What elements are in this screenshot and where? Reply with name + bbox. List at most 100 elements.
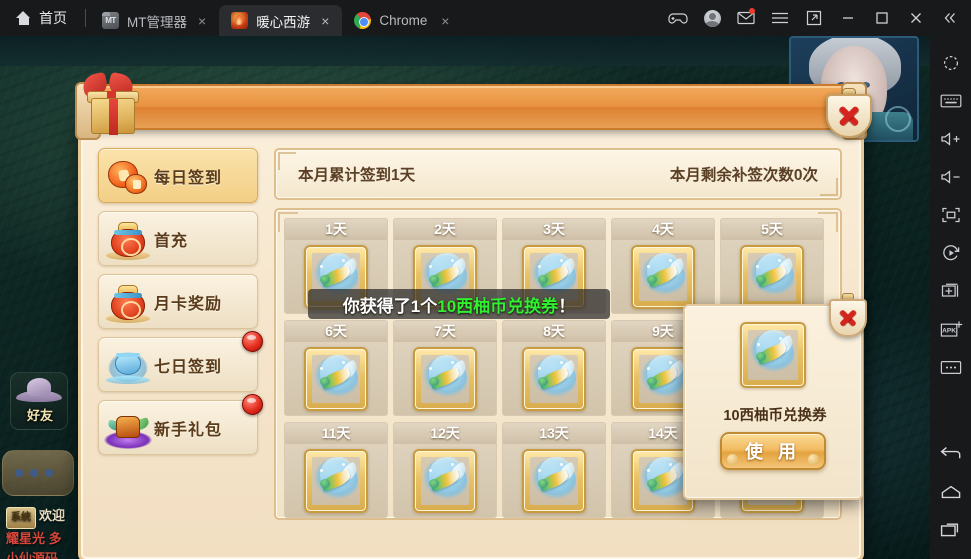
sidebar-item-first-recharge[interactable]: 首充: [98, 211, 258, 266]
tab-close-icon[interactable]: ×: [438, 12, 452, 30]
day-cell[interactable]: 7天: [393, 320, 497, 416]
rotate-icon[interactable]: [930, 234, 971, 272]
use-button-label: 使 用: [744, 442, 801, 462]
day-label: 7天: [393, 320, 497, 342]
tab-mt-manager[interactable]: MT管理器 ×: [90, 5, 219, 36]
resize-icon[interactable]: [797, 0, 831, 36]
chat-line-text: 欢迎: [39, 508, 66, 523]
volume-down-icon[interactable]: [930, 158, 971, 196]
day-cell[interactable]: 8天: [502, 320, 606, 416]
reward-item-frame: [522, 448, 586, 513]
close-icon[interactable]: [899, 0, 933, 36]
day-reward-slot[interactable]: [284, 444, 388, 518]
game-icon: [231, 12, 249, 29]
apk-install-icon[interactable]: APK: [930, 310, 971, 348]
mail-icon[interactable]: [729, 0, 763, 36]
tab-game[interactable]: 暖心西游 ×: [219, 5, 343, 36]
sidebar-item-monthly-card[interactable]: 月卡奖励: [98, 274, 258, 329]
home-icon[interactable]: [930, 473, 971, 511]
avatar-icon[interactable]: [695, 0, 729, 36]
koi-fish-reward-icon: [639, 354, 687, 403]
day-label: 8天: [502, 320, 606, 342]
daily-signin-icon: [102, 153, 154, 199]
reward-toast: 你获得了1个10西柚币兑换券！: [308, 289, 610, 319]
screenshot-icon[interactable]: [930, 272, 971, 310]
sidebar-item-seven-day-signin[interactable]: 七日签到: [98, 331, 263, 392]
tab-close-icon[interactable]: ×: [318, 12, 332, 30]
svg-text:APK: APK: [942, 327, 956, 334]
status-badge: [242, 394, 263, 415]
sidebar-item-label: 新手礼包: [154, 421, 223, 439]
koi-fish-reward-icon: [530, 456, 578, 505]
fullscreen-icon[interactable]: [930, 196, 971, 234]
minimize-icon[interactable]: [831, 0, 865, 36]
day-reward-slot[interactable]: [393, 342, 497, 416]
day-reward-slot[interactable]: [720, 240, 824, 314]
day-cell[interactable]: 13天: [502, 422, 606, 518]
close-panel-button[interactable]: [826, 88, 872, 138]
emulator-toolbar: APK: [930, 36, 971, 559]
window-controls: [661, 0, 971, 36]
friends-button[interactable]: 好友: [10, 372, 68, 430]
game-screen[interactable]: 好友 系统欢迎 耀星光 多 小仙源码 奖 励: [0, 36, 930, 559]
close-x-icon: [837, 307, 859, 329]
friends-button-label: 好友: [26, 408, 53, 423]
reward-item-frame: [304, 448, 368, 513]
volume-up-icon[interactable]: [930, 120, 971, 158]
remaining-makeup-text: 本月剩余补签次数0次: [669, 167, 818, 184]
first-recharge-icon: [102, 216, 154, 262]
collapse-icon[interactable]: [933, 0, 967, 36]
koi-fish-reward-icon: [639, 252, 687, 301]
day-cell[interactable]: 4天: [611, 218, 715, 314]
home-tab[interactable]: 首页: [0, 0, 81, 36]
day-reward-slot[interactable]: [502, 444, 606, 518]
sidebar-item-label: 每日签到: [154, 169, 223, 187]
keyboard-icon[interactable]: [930, 82, 971, 120]
reward-item-frame: [740, 322, 806, 388]
tab-chrome[interactable]: Chrome ×: [342, 5, 462, 36]
status-badge: [242, 331, 263, 352]
tab-close-icon[interactable]: ×: [195, 12, 209, 30]
day-reward-slot[interactable]: [284, 342, 388, 416]
day-cell[interactable]: 6天: [284, 320, 388, 416]
settings-icon[interactable]: [930, 44, 971, 82]
chat-bubble-button[interactable]: [2, 450, 74, 496]
day-label: 12天: [393, 422, 497, 444]
day-cell[interactable]: 5天: [720, 218, 824, 314]
day-label: 2天: [393, 218, 497, 240]
sidebar-item-label: 首充: [154, 232, 189, 250]
day-label: 3天: [502, 218, 606, 240]
recents-icon[interactable]: [930, 511, 971, 549]
day-reward-slot[interactable]: [393, 444, 497, 518]
back-icon[interactable]: [930, 435, 971, 473]
toast-suffix: ！: [558, 296, 576, 316]
chat-dots-icon: [15, 469, 53, 477]
day-cell[interactable]: 11天: [284, 422, 388, 518]
day-cell[interactable]: 12天: [393, 422, 497, 518]
more-icon[interactable]: [930, 348, 971, 386]
menu-icon[interactable]: [763, 0, 797, 36]
toast-highlight: 10西柚币兑换券: [437, 296, 559, 316]
close-x-icon: [838, 105, 860, 127]
day-label: 13天: [502, 422, 606, 444]
mail-notification-dot: [749, 8, 755, 14]
koi-fish-reward-icon: [421, 354, 469, 403]
use-item-button[interactable]: 使 用: [720, 432, 826, 470]
day-reward-slot[interactable]: [611, 240, 715, 314]
sidebar-item-daily-signin[interactable]: 每日签到: [98, 148, 258, 203]
day-reward-slot[interactable]: [502, 342, 606, 416]
maximize-icon[interactable]: [865, 0, 899, 36]
gamepad-icon[interactable]: [661, 0, 695, 36]
sidebar-item-newbie-gift[interactable]: 新手礼包: [98, 394, 263, 455]
mt-manager-icon: [102, 12, 119, 29]
sidebar-item-label: 月卡奖励: [154, 295, 223, 313]
reward-panel-header: [75, 82, 867, 140]
reward-item-frame: [413, 346, 477, 411]
close-popup-button[interactable]: [829, 293, 867, 337]
portrait-emblem: [885, 106, 911, 132]
koi-fish-reward-icon: [748, 330, 798, 380]
home-tab-label: 首页: [39, 10, 67, 26]
monthly-card-icon: [102, 279, 154, 325]
title-bar: 首页 MT管理器 × 暖心西游 × Chrome ×: [0, 0, 971, 36]
popup-item-name: 10西柚币兑换券: [723, 408, 827, 424]
